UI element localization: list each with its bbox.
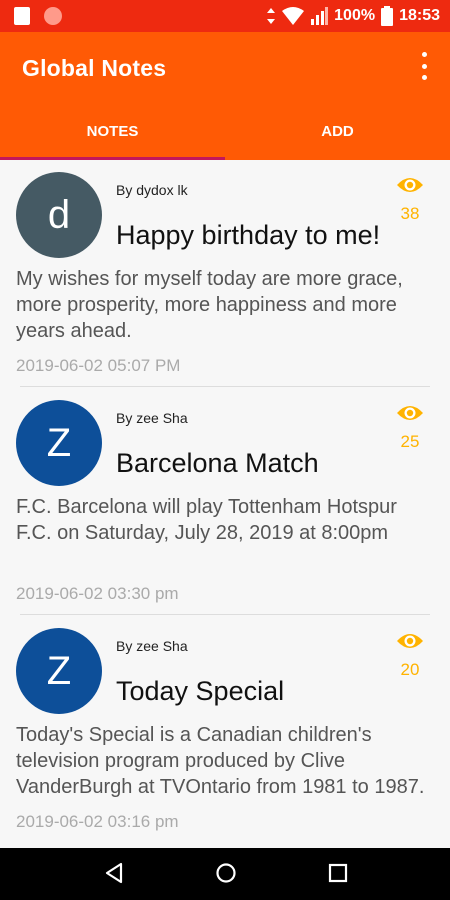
note-title: Happy birthday to me! (116, 220, 381, 250)
back-icon[interactable] (104, 862, 124, 884)
app-title: Global Notes (22, 55, 167, 81)
eye-icon (397, 634, 423, 648)
tab-notes[interactable]: NOTES (0, 116, 225, 160)
note-author: By dydox lk (116, 182, 188, 198)
more-options-icon[interactable] (418, 52, 430, 80)
view-count: 25 (400, 432, 420, 451)
navigation-bar (0, 848, 450, 900)
signal-icon (311, 7, 329, 25)
eye-icon (397, 178, 423, 192)
view-count: 20 (400, 660, 420, 679)
tab-add-label: ADD (321, 123, 354, 140)
tab-notes-label: NOTES (86, 123, 139, 140)
note-date: 2019-06-02 03:16 pm (16, 812, 179, 831)
avatar: Z (16, 628, 102, 714)
note-card[interactable]: Z By zee Sha Today Special 20 Today's Sp… (0, 616, 450, 844)
wifi-icon (282, 7, 305, 25)
divider (20, 386, 430, 387)
note-title: Today Special (116, 676, 285, 706)
note-title: Barcelona Match (116, 448, 319, 478)
battery-percent: 100% (334, 7, 376, 24)
status-bar: 100% 18:53 (0, 0, 450, 32)
avatar: Z (16, 400, 102, 486)
note-date: 2019-06-02 05:07 PM (16, 356, 181, 375)
notes-list[interactable]: d By dydox lk Happy birthday to me! 38 M… (0, 160, 450, 848)
notification-icon (14, 7, 30, 25)
recents-icon[interactable] (328, 862, 348, 884)
note-author: By zee Sha (116, 410, 188, 426)
app-bar: Global Notes NOTES ADD (0, 32, 450, 160)
note-card[interactable]: d By dydox lk Happy birthday to me! 38 M… (0, 160, 450, 388)
note-body: F.C. Barcelona will play Tottenham Hotsp… (16, 496, 397, 544)
data-arrows-icon (267, 8, 276, 24)
note-author: By zee Sha (116, 638, 188, 654)
home-icon[interactable] (215, 862, 237, 884)
avatar: d (16, 172, 102, 258)
divider (20, 614, 430, 615)
eye-icon (397, 406, 423, 420)
tab-bar: NOTES ADD (0, 116, 450, 160)
view-count: 38 (400, 204, 420, 223)
note-body: My wishes for myself today are more grac… (16, 268, 403, 342)
note-card[interactable]: Z By zee Sha Barcelona Match 25 F.C. Bar… (0, 388, 450, 616)
status-time: 18:53 (399, 7, 440, 24)
note-date: 2019-06-02 03:30 pm (16, 584, 179, 603)
note-body: Today's Special is a Canadian children's… (16, 724, 425, 798)
recording-icon (44, 7, 62, 25)
battery-icon (381, 6, 394, 26)
tab-add[interactable]: ADD (225, 116, 450, 160)
